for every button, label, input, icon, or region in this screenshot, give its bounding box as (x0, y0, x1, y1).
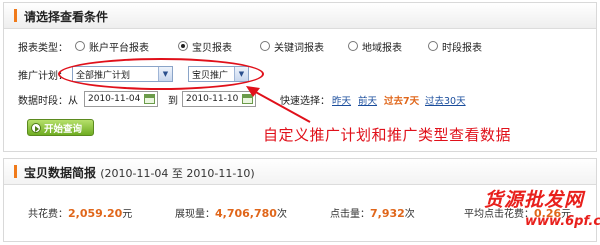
stat-label: 展现量： (175, 209, 215, 220)
stat-value: 7,932 (370, 207, 405, 220)
radio-label: 关键词报表 (274, 42, 324, 54)
stat-unit: 次 (404, 209, 415, 220)
header-marker (14, 165, 17, 178)
date-to-value: 2010-11-10 (186, 94, 239, 104)
radio-keyword-report[interactable]: 关键词报表 (260, 37, 324, 55)
annotation-text: 自定义推广计划和推广类型查看数据 (263, 126, 512, 144)
radio-timeslot-report[interactable]: 时段报表 (428, 37, 482, 55)
query-conditions-header: 请选择查看条件 (4, 3, 596, 29)
play-icon (31, 122, 41, 133)
radio-dot-selected-icon (178, 41, 188, 51)
query-conditions-title: 请选择查看条件 (24, 10, 109, 24)
header-marker (14, 9, 17, 22)
date-range-label: 数据时段：从 (18, 95, 78, 107)
stat-unit: 元 (122, 209, 133, 220)
data-summary-title: 宝贝数据简报 (2010-11-04 至 2010-11-10) (24, 164, 255, 181)
summary-title-text: 宝贝数据简报 (24, 166, 97, 180)
date-from-value: 2010-11-04 (88, 94, 141, 104)
annotation-arrow-icon (246, 86, 311, 123)
report-type-row: 报表类型： 账户平台报表 宝贝报表 关键词报表 地域报表 时段报表 (18, 37, 578, 55)
data-summary-header: 宝贝数据简报 (2010-11-04 至 2010-11-10) (4, 159, 596, 185)
summary-date-range: (2010-11-04 至 2010-11-10) (100, 167, 255, 180)
radio-item-report[interactable]: 宝贝报表 (178, 37, 232, 55)
start-query-label: 开始查询 (44, 123, 83, 135)
radio-label: 账户平台报表 (89, 42, 149, 54)
stat-label: 点击量： (330, 209, 370, 220)
stat-unit: 次 (276, 209, 287, 220)
radio-region-report[interactable]: 地域报表 (348, 37, 402, 55)
radio-label: 宝贝报表 (192, 42, 232, 54)
radio-label: 地域报表 (362, 42, 402, 54)
start-query-button[interactable]: 开始查询 (27, 119, 94, 136)
quick-past-30-days-link[interactable]: 过去30天 (425, 93, 466, 107)
radio-dot-icon (348, 41, 358, 51)
annotation-ellipse (58, 58, 264, 90)
quick-past-7-days-link[interactable]: 过去7天 (384, 93, 419, 107)
calendar-icon[interactable] (144, 94, 155, 104)
watermark-logo: 货源批发网 (484, 189, 585, 211)
stat-clicks: 点击量：7,932次 (330, 205, 415, 220)
stat-value: 2,059.20 (68, 207, 123, 220)
date-to-label: 到 (168, 95, 178, 107)
report-type-label: 报表类型： (18, 42, 68, 54)
stat-label: 共花费： (28, 209, 68, 220)
radio-label: 时段报表 (442, 42, 482, 54)
radio-dot-icon (260, 41, 270, 51)
radio-dot-icon (75, 41, 85, 51)
stat-total-cost: 共花费：2,059.20元 (28, 205, 132, 220)
date-from-input[interactable]: 2010-11-04 (84, 91, 158, 107)
watermark-url: www.6pf.cn (525, 214, 600, 229)
quick-day-before-link[interactable]: 前天 (358, 93, 377, 107)
radio-dot-icon (428, 41, 438, 51)
stat-value: 4,706,780 (215, 207, 277, 220)
quick-yesterday-link[interactable]: 昨天 (332, 93, 351, 107)
stat-impressions: 展现量：4,706,780次 (175, 205, 287, 220)
radio-account-report[interactable]: 账户平台报表 (75, 37, 149, 55)
